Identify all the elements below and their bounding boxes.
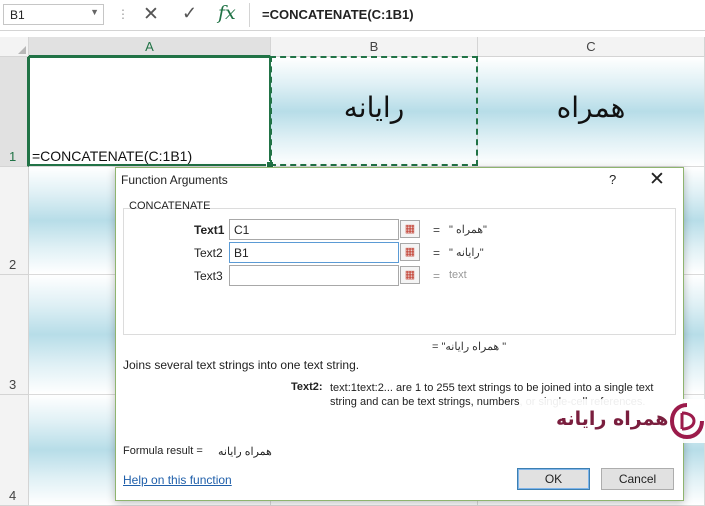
- close-icon[interactable]: ✕: [649, 168, 665, 191]
- column-header-b[interactable]: B: [271, 37, 478, 57]
- row-header-2[interactable]: 2: [0, 167, 29, 275]
- cell-c1-text: همراه: [556, 91, 626, 124]
- drag-handle-icon[interactable]: ⋮: [117, 7, 129, 21]
- equals-sign: =: [433, 223, 441, 237]
- name-box[interactable]: B1 ▼: [3, 4, 104, 25]
- arg-help-name: Text2:: [291, 381, 323, 393]
- reference-marquee: [270, 56, 478, 166]
- arg-result-text2: " رایانه": [449, 247, 484, 259]
- cancel-icon[interactable]: ✕: [143, 3, 159, 26]
- column-header-c[interactable]: C: [478, 37, 705, 57]
- help-icon[interactable]: ?: [609, 172, 616, 187]
- watermark: همراه رایانه: [520, 399, 705, 443]
- equals-sign: =: [433, 269, 441, 283]
- arg-input-text2[interactable]: B1: [229, 242, 399, 263]
- cell-a1-formula: =CONCATENATE(C:1B1): [32, 148, 193, 164]
- dialog-title: Function Arguments: [121, 173, 228, 187]
- name-box-value: B1: [10, 8, 25, 22]
- arg-input-text1[interactable]: C1: [229, 219, 399, 240]
- arg-result-text3: text: [449, 269, 467, 281]
- arg-label-text1: Text1: [194, 223, 225, 237]
- formula-input[interactable]: =CONCATENATE(C:1B1): [262, 7, 414, 22]
- formula-result-label: Formula result =: [123, 445, 203, 457]
- help-link[interactable]: Help on this function: [123, 473, 232, 487]
- arg-label-text3: Text3: [194, 269, 223, 283]
- insert-function-icon[interactable]: fx: [218, 2, 236, 24]
- range-select-icon[interactable]: ▦: [400, 243, 420, 261]
- cancel-button[interactable]: Cancel: [601, 468, 674, 490]
- cell-c1[interactable]: همراه: [478, 57, 705, 167]
- ok-button[interactable]: OK: [517, 468, 590, 490]
- formula-bar: B1 ▼ ⋮ ✕ ✓ fx =CONCATENATE(C:1B1): [0, 0, 705, 31]
- function-result-preview: = "همراه رایانه ": [432, 341, 507, 353]
- brand-logo-icon: [670, 403, 704, 439]
- arg-result-text1: " همراه": [449, 224, 487, 236]
- active-cell-border: =CONCATENATE(C:1B1): [28, 56, 271, 166]
- chevron-down-icon[interactable]: ▼: [90, 7, 99, 17]
- range-select-icon[interactable]: ▦: [400, 266, 420, 284]
- function-description: Joins several text strings into one text…: [123, 358, 360, 372]
- divider: [249, 3, 250, 27]
- row-header-1[interactable]: 1: [0, 57, 29, 167]
- enter-check-icon[interactable]: ✓: [182, 3, 197, 24]
- arg-label-text2: Text2: [194, 246, 223, 260]
- row-header-4[interactable]: 4: [0, 395, 29, 506]
- formula-result-value: همراه رایانه: [218, 446, 272, 458]
- select-all-button[interactable]: [0, 37, 29, 57]
- function-arguments-dialog: Function Arguments ? ✕ CONCATENATE Text1…: [115, 167, 684, 501]
- arg-input-text3[interactable]: [229, 265, 399, 286]
- equals-sign: =: [433, 246, 441, 260]
- watermark-text: همراه رایانه: [556, 408, 669, 430]
- row-header-3[interactable]: 3: [0, 275, 29, 395]
- column-header-a[interactable]: A: [29, 37, 271, 57]
- function-name: CONCATENATE: [129, 200, 211, 212]
- range-select-icon[interactable]: ▦: [400, 220, 420, 238]
